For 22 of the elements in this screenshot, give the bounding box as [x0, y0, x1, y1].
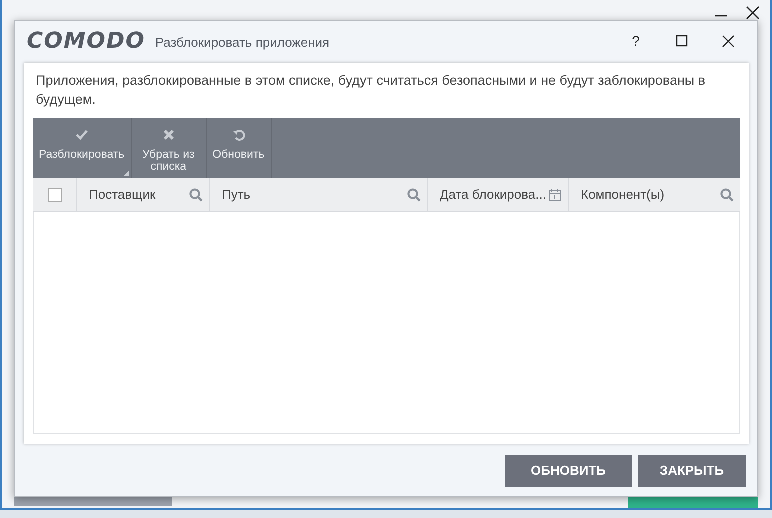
- refresh-button[interactable]: ОБНОВИТЬ: [505, 455, 632, 487]
- column-header[interactable]: Поставщик: [77, 178, 210, 211]
- search-icon[interactable]: [407, 188, 421, 202]
- remove-icon: [162, 128, 176, 142]
- help-button[interactable]: ?: [613, 26, 659, 56]
- close-dialog-button[interactable]: ЗАКРЫТЬ: [638, 455, 746, 487]
- check-icon: [74, 128, 89, 142]
- calendar-icon[interactable]: [548, 188, 562, 202]
- column-header[interactable]: Путь: [210, 178, 428, 211]
- close-icon: [722, 34, 734, 48]
- select-all-checkbox[interactable]: [48, 188, 62, 202]
- maximize-icon: [676, 35, 688, 47]
- background-button[interactable]: [628, 496, 758, 508]
- window-title: Разблокировать приложения: [155, 34, 330, 52]
- description-text: Приложения, разблокированные в этом списке, будут считаться безопасными и не будут заблокированы в будущем.: [36, 72, 707, 109]
- search-icon[interactable]: [189, 188, 203, 202]
- close-icon[interactable]: [744, 4, 762, 22]
- refresh-icon: [232, 128, 246, 142]
- logo: COMODO: [27, 28, 146, 56]
- search-icon[interactable]: [720, 188, 734, 202]
- column-header[interactable]: Компонент(ы): [569, 178, 740, 211]
- column-header[interactable]: Дата блокирова...: [428, 178, 569, 211]
